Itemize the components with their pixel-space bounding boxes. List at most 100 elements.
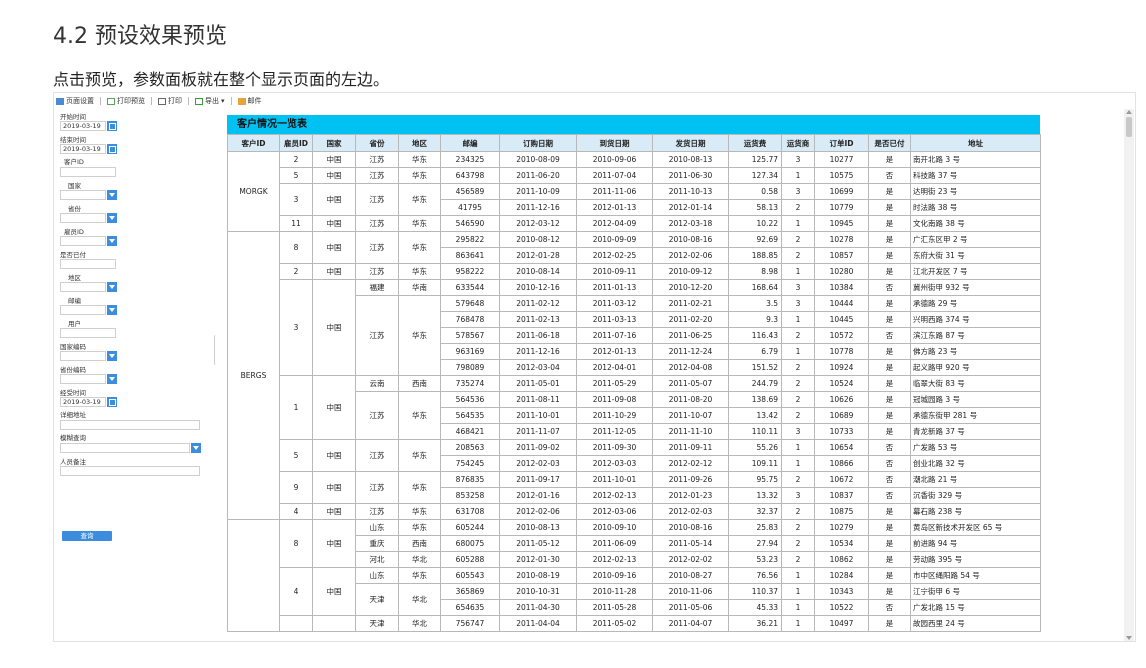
table-cell: 是 — [868, 551, 911, 568]
table-cell: 是 — [868, 583, 911, 600]
employee-id-cell — [279, 615, 313, 632]
region-cell: 华东 — [398, 215, 441, 232]
table-cell: 广发路 53 号 — [910, 439, 1041, 456]
country-code-select[interactable] — [60, 351, 106, 361]
chevron-down-icon[interactable] — [107, 236, 117, 246]
table-cell: 2010-09-10 — [576, 519, 653, 536]
table-cell: 2011-05-07 — [652, 375, 729, 392]
staff-note-input[interactable] — [60, 466, 200, 476]
fuzzy-query-select[interactable] — [60, 443, 190, 453]
end-time-input[interactable]: 2019-03-19 — [60, 144, 106, 154]
table-cell: 2012-04-09 — [576, 215, 653, 232]
table-cell: 32.37 — [728, 503, 782, 520]
table-cell: 是 — [868, 199, 911, 216]
country-select[interactable] — [60, 190, 106, 200]
table-cell: 2010-09-11 — [576, 263, 653, 280]
chevron-down-icon[interactable] — [107, 282, 117, 292]
calendar-icon[interactable] — [107, 397, 117, 407]
export-button[interactable]: 导出 ▾ — [195, 96, 225, 106]
table-cell: 2011-02-12 — [499, 295, 577, 312]
table-cell: 2011-09-26 — [652, 471, 729, 488]
detail-address-input[interactable] — [60, 420, 200, 430]
vertical-scrollbar[interactable] — [1124, 109, 1134, 641]
table-cell: 13.42 — [728, 407, 782, 424]
table-cell: 2011-09-30 — [576, 439, 653, 456]
table-cell: 故园西里 24 号 — [910, 615, 1041, 632]
table-cell: 8.98 — [728, 263, 782, 280]
region-select[interactable] — [60, 282, 106, 292]
table-cell: 10278 — [814, 231, 869, 248]
province-cell: 天津 — [355, 615, 399, 632]
table-cell: 25.83 — [728, 519, 782, 536]
scroll-thumb[interactable] — [1126, 117, 1132, 137]
table-cell: 853258 — [440, 487, 500, 504]
page-setup-button[interactable]: 页面设置 — [56, 96, 94, 106]
column-header: 是否已付 — [868, 134, 911, 152]
user-input[interactable] — [60, 328, 116, 338]
table-cell: 10837 — [814, 487, 869, 504]
table-cell: 江北开发区 7 号 — [910, 263, 1041, 280]
employee-id-cell: 3 — [279, 279, 313, 376]
province-code-select[interactable] — [60, 374, 106, 384]
chevron-down-icon[interactable] — [191, 443, 201, 453]
table-cell: 2011-09-08 — [576, 391, 653, 408]
paid-input[interactable] — [60, 259, 116, 269]
table-row: 11 中国 江苏 华东 546590 2012-03-12 2012-04-09 2012-0… — [228, 215, 1041, 232]
table-cell: 10343 — [814, 583, 869, 600]
table-cell: 2 — [781, 407, 815, 424]
calendar-icon[interactable] — [107, 121, 117, 131]
print-preview-button[interactable]: 打印预览 — [107, 96, 145, 106]
table-cell: 2011-05-28 — [576, 599, 653, 616]
start-time-input[interactable]: 2019-03-19 — [60, 121, 106, 131]
postcode-select[interactable] — [60, 305, 106, 315]
column-header: 运货费 — [728, 134, 782, 152]
province-select[interactable] — [60, 213, 106, 223]
chevron-down-icon[interactable] — [107, 374, 117, 384]
chevron-down-icon[interactable] — [107, 213, 117, 223]
table-cell: 0.58 — [728, 183, 782, 200]
country-cell: 中国 — [312, 567, 356, 616]
table-cell: 963169 — [440, 343, 500, 360]
table-cell: 2011-05-12 — [499, 535, 577, 552]
calendar-icon[interactable] — [107, 144, 117, 154]
query-button[interactable]: 查询 — [62, 531, 112, 541]
scroll-down-icon[interactable] — [1126, 636, 1132, 640]
table-cell: 2010-09-12 — [652, 263, 729, 280]
table-cell: 188.85 — [728, 247, 782, 264]
employee-id-cell: 8 — [279, 519, 313, 568]
table-cell: 53.23 — [728, 551, 782, 568]
table-cell: 广发北路 15 号 — [910, 599, 1041, 616]
country-cell: 中国 — [312, 375, 356, 440]
chevron-down-icon[interactable] — [107, 190, 117, 200]
table-cell: 2011-03-13 — [576, 311, 653, 328]
mail-button[interactable]: 邮件 — [237, 96, 262, 106]
table-cell: 潮北路 21 号 — [910, 471, 1041, 488]
region-cell: 华北 — [398, 583, 441, 616]
table-cell: 1 — [781, 599, 815, 616]
column-header: 订单ID — [814, 134, 869, 152]
table-cell: 幕石路 238 号 — [910, 503, 1041, 520]
table-cell: 735274 — [440, 375, 500, 392]
region-cell: 华东 — [398, 295, 441, 376]
mail-icon — [237, 97, 246, 105]
employee-id-select[interactable] — [60, 236, 106, 246]
detail-address-label: 详细地址 — [60, 411, 86, 419]
table-cell: 2 — [781, 471, 815, 488]
customer-id-input[interactable] — [60, 167, 116, 177]
table-cell: 2012-03-03 — [576, 455, 653, 472]
table-cell: 208563 — [440, 439, 500, 456]
chevron-down-icon[interactable] — [107, 305, 117, 315]
print-button[interactable]: 打印 — [158, 96, 182, 106]
handle-time-input[interactable]: 2019-03-19 — [60, 397, 106, 407]
chevron-down-icon[interactable] — [107, 351, 117, 361]
table-cell: 2011-06-20 — [499, 167, 577, 184]
table-cell: 否 — [868, 599, 911, 616]
table-cell: 2011-10-01 — [576, 471, 653, 488]
panel-splitter-handle[interactable] — [214, 335, 219, 365]
table-cell: 2012-02-25 — [576, 247, 653, 264]
table-row: 5 中国 江苏 华东 643798 2011-06-20 2011-07-04 2011-06… — [228, 167, 1041, 184]
scroll-up-icon[interactable] — [1126, 110, 1132, 114]
table-cell: 2012-03-06 — [576, 503, 653, 520]
table-cell: 2010-09-09 — [576, 231, 653, 248]
table-cell: 125.77 — [728, 151, 782, 168]
